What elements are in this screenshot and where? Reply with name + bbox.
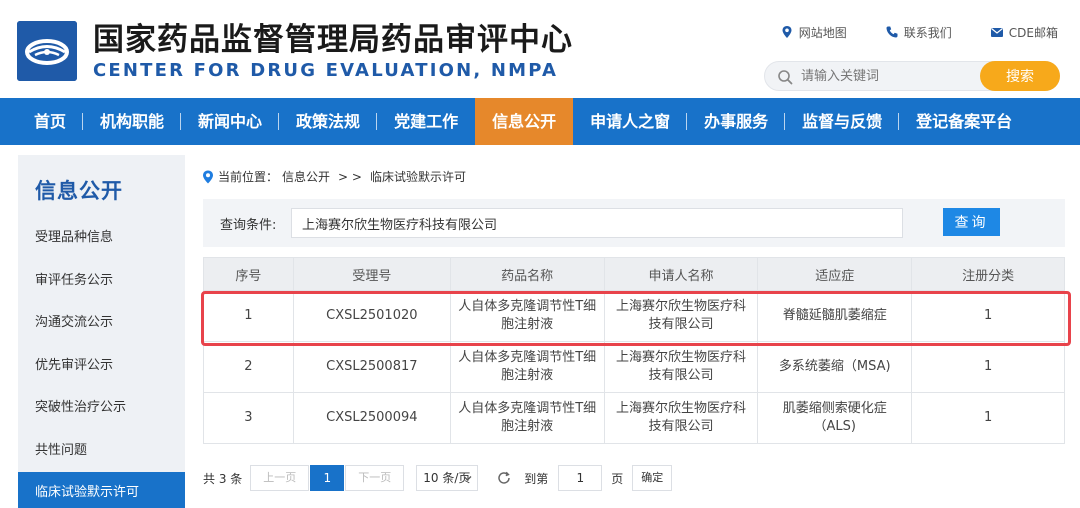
site-title-cn: 国家药品监督管理局药品审评中心: [93, 22, 573, 58]
header-applicant: 申请人名称: [603, 257, 759, 291]
breadcrumb: 当前位置： 信息公开 > > 临床试验默示许可: [202, 168, 466, 185]
table-header-row: 序号 受理号 药品名称 申请人名称 适应症 注册分类: [203, 257, 1065, 291]
cell-acceptance-no: CXSL2500817: [292, 341, 451, 393]
sitemap-label: 网站地图: [798, 25, 847, 40]
cell-no: 1: [203, 290, 294, 342]
nav-item-party[interactable]: 党建工作: [377, 98, 475, 145]
table-row[interactable]: 3 CXSL2500094 人自体多克隆调节性T细胞注射液 上海赛尔欣生物医疗科…: [203, 392, 1065, 444]
goto-page-input[interactable]: [558, 465, 603, 491]
sidebar-item-accepted-varieties[interactable]: 受理品种信息: [18, 217, 185, 260]
chevron-down-icon: [463, 476, 472, 481]
nav-item-applicant[interactable]: 申请人之窗: [573, 98, 688, 145]
next-page-button[interactable]: 下一页: [345, 465, 405, 491]
pagination: 共 3 条 上一页 1 下一页 10 条/页 到第 页 确定: [203, 465, 673, 491]
location-pin-icon: [203, 170, 213, 183]
sitemap-link[interactable]: 网站地图: [780, 22, 847, 42]
sidebar-item-common-issues[interactable]: 共性问题: [18, 430, 185, 473]
results-table: 序号 受理号 药品名称 申请人名称 适应症 注册分类 1 CXSL2501020…: [203, 257, 1065, 444]
goto-confirm-button[interactable]: 确定: [632, 465, 673, 491]
nav-item-feedback[interactable]: 监督与反馈: [785, 98, 900, 145]
nav-item-policy[interactable]: 政策法规: [279, 98, 378, 145]
cell-no: 2: [203, 341, 294, 393]
cell-applicant: 上海赛尔欣生物医疗科技有限公司: [603, 392, 759, 444]
nav-item-news[interactable]: 新闻中心: [181, 98, 280, 145]
cell-no: 3: [203, 392, 294, 444]
cell-drug-name: 人自体多克隆调节性T细胞注射液: [449, 290, 605, 342]
sidebar-title: 信息公开: [35, 179, 123, 203]
nav-item-registration[interactable]: 登记备案平台: [899, 98, 1029, 145]
cell-indication: 多系统萎缩（MSA): [757, 341, 913, 393]
contact-label: 联系我们: [903, 25, 952, 40]
mail-icon: [990, 28, 1003, 37]
top-links: 网站地图 联系我们 CDE邮箱: [780, 22, 1058, 42]
sidebar: 信息公开 受理品种信息 审评任务公示 沟通交流公示 优先审评公示 突破性治疗公示…: [18, 155, 185, 508]
site-title-en: CENTER FOR DRUG EVALUATION, NMPA: [93, 60, 559, 81]
sidebar-item-priority-review[interactable]: 优先审评公示: [18, 345, 185, 388]
header-drug-name: 药品名称: [449, 257, 605, 291]
query-input[interactable]: [291, 208, 903, 238]
cde-mail-label: CDE邮箱: [1008, 25, 1058, 40]
cell-drug-name: 人自体多克隆调节性T细胞注射液: [449, 341, 605, 393]
sidebar-item-clinical-trial-implied[interactable]: 临床试验默示许可: [18, 472, 185, 508]
sidebar-item-review-tasks[interactable]: 审评任务公示: [18, 260, 185, 303]
table-row[interactable]: 2 CXSL2500817 人自体多克隆调节性T细胞注射液 上海赛尔欣生物医疗科…: [203, 341, 1065, 393]
table-row[interactable]: 1 CXSL2501020 人自体多克隆调节性T细胞注射液 上海赛尔欣生物医疗科…: [203, 290, 1065, 342]
page-size-select[interactable]: 10 条/页: [416, 465, 479, 491]
cde-logo[interactable]: [17, 21, 77, 81]
breadcrumb-separator: > >: [338, 169, 362, 184]
refresh-icon[interactable]: [496, 470, 512, 486]
cell-acceptance-no: CXSL2501020: [292, 290, 451, 342]
sidebar-item-breakthrough[interactable]: 突破性治疗公示: [18, 387, 185, 430]
search-input[interactable]: [801, 66, 981, 86]
breadcrumb-current: 临床试验默示许可: [369, 170, 466, 184]
breadcrumb-section[interactable]: 信息公开: [282, 168, 330, 185]
phone-icon: [886, 26, 898, 38]
header-category: 注册分类: [911, 257, 1065, 291]
header-indication: 适应症: [757, 257, 913, 291]
query-button[interactable]: 查询: [943, 208, 1000, 236]
sidebar-item-communication[interactable]: 沟通交流公示: [18, 302, 185, 345]
cell-indication: 肌萎缩侧索硬化症（ALS): [757, 392, 913, 444]
page-unit-label: 页: [611, 471, 624, 486]
nav-item-functions[interactable]: 机构职能: [83, 98, 182, 145]
cell-applicant: 上海赛尔欣生物医疗科技有限公司: [603, 290, 759, 342]
prev-page-button[interactable]: 上一页: [250, 465, 310, 491]
contact-link[interactable]: 联系我们: [885, 22, 952, 42]
search-button[interactable]: 搜索: [980, 61, 1060, 91]
pagination-total: 共 3 条: [203, 471, 243, 486]
cell-indication: 脊髓延髓肌萎缩症: [757, 290, 913, 342]
cde-logo-icon: [17, 21, 77, 81]
header-acceptance-no: 受理号: [292, 257, 451, 291]
cell-category: 1: [911, 341, 1065, 393]
site-search: 搜索: [764, 61, 1060, 91]
cell-applicant: 上海赛尔欣生物医疗科技有限公司: [603, 341, 759, 393]
header-no: 序号: [203, 257, 294, 291]
cell-acceptance-no: CXSL2500094: [292, 392, 451, 444]
page-number-current[interactable]: 1: [310, 465, 345, 491]
search-icon: [778, 70, 793, 85]
nav-item-info-disclosure[interactable]: 信息公开: [475, 98, 574, 145]
cell-drug-name: 人自体多克隆调节性T细胞注射液: [449, 392, 605, 444]
site-header: 国家药品监督管理局药品审评中心 CENTER FOR DRUG EVALUATI…: [0, 0, 1080, 98]
nav-item-services[interactable]: 办事服务: [687, 98, 786, 145]
cell-category: 1: [911, 392, 1065, 444]
query-label: 查询条件:: [220, 218, 277, 233]
map-pin-icon: [782, 26, 792, 38]
query-bar: 查询条件: 查询: [203, 199, 1065, 247]
goto-label: 到第: [524, 471, 549, 486]
cde-mail-link[interactable]: CDE邮箱: [990, 22, 1058, 42]
nav-item-home[interactable]: 首页: [17, 98, 84, 145]
breadcrumb-prefix: 当前位置：: [218, 170, 279, 184]
main-nav: 首页 机构职能 新闻中心 政策法规 党建工作 信息公开 申请人之窗 办事服务 监…: [0, 98, 1080, 145]
cell-category: 1: [911, 290, 1065, 342]
